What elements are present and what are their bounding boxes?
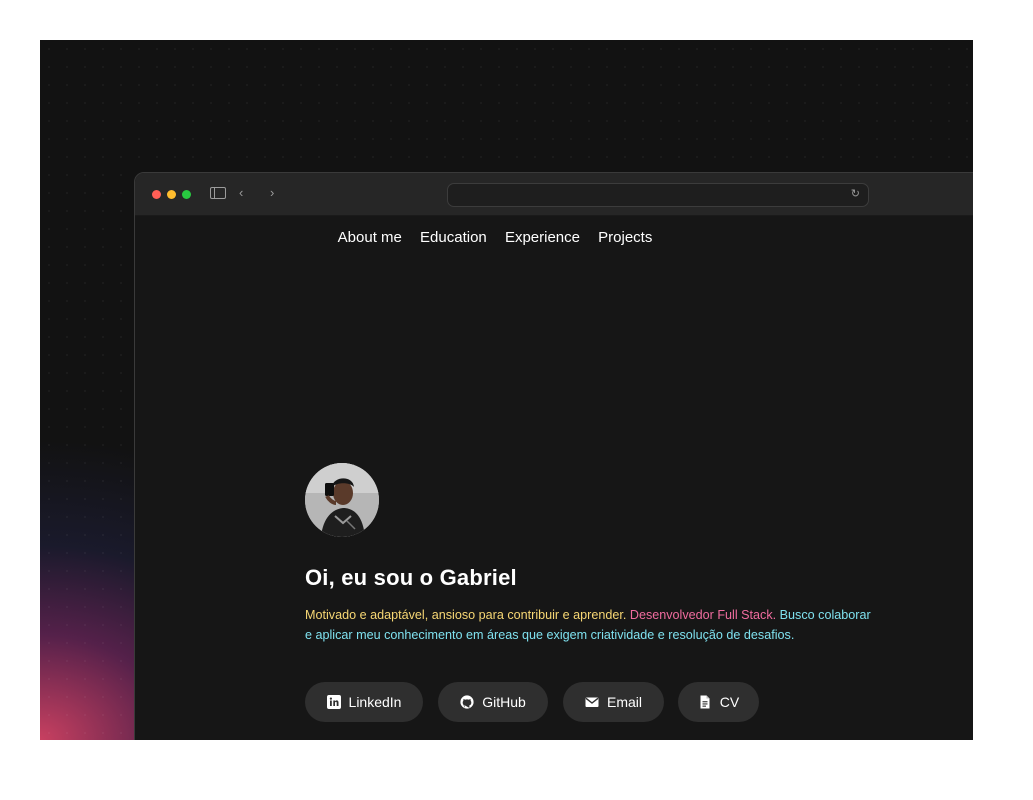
mail-icon (585, 695, 599, 709)
github-button[interactable]: GitHub (438, 682, 548, 722)
minimize-window-button[interactable] (167, 190, 176, 199)
bio-text: Motivado e adaptável, ansioso para contr… (305, 605, 880, 645)
avatar (305, 463, 379, 537)
close-window-button[interactable] (152, 190, 161, 199)
email-button[interactable]: Email (563, 682, 664, 722)
nav-item-projects[interactable]: Projects (598, 229, 652, 246)
nav-item-about[interactable]: About me (338, 229, 402, 246)
bio-part-1: Motivado e adaptável, ansioso para contr… (305, 608, 627, 622)
cv-label: CV (719, 694, 740, 710)
reload-icon[interactable]: ↻ (851, 187, 860, 200)
desktop-background: ‹ › ↻ About me Education Experience Proj… (40, 40, 973, 740)
avatar-photo (305, 463, 379, 537)
back-icon[interactable]: ‹ (239, 185, 243, 201)
site-nav: About me Education Experience Projects (135, 229, 855, 246)
email-label: Email (606, 694, 642, 710)
browser-window: ‹ › ↻ About me Education Experience Proj… (134, 172, 973, 740)
nav-item-education[interactable]: Education (420, 229, 487, 246)
linkedin-icon (326, 695, 341, 709)
linkedin-label: LinkedIn (348, 694, 402, 710)
github-label: GitHub (482, 694, 526, 710)
bio-part-2: Desenvolvedor Full Stack. (629, 608, 777, 622)
linkedin-button[interactable]: LinkedIn (305, 682, 423, 722)
maximize-window-button[interactable] (182, 190, 191, 199)
github-icon (460, 695, 474, 709)
browser-titlebar: ‹ › ↻ (135, 173, 973, 216)
forward-icon[interactable]: › (270, 185, 274, 201)
page-title: Oi, eu sou o Gabriel (305, 565, 517, 590)
cv-button[interactable]: CV (678, 682, 759, 722)
document-icon (698, 695, 712, 709)
sidebar-toggle-icon[interactable] (210, 187, 226, 199)
address-bar[interactable]: ↻ (447, 183, 869, 207)
nav-item-experience[interactable]: Experience (505, 229, 580, 246)
